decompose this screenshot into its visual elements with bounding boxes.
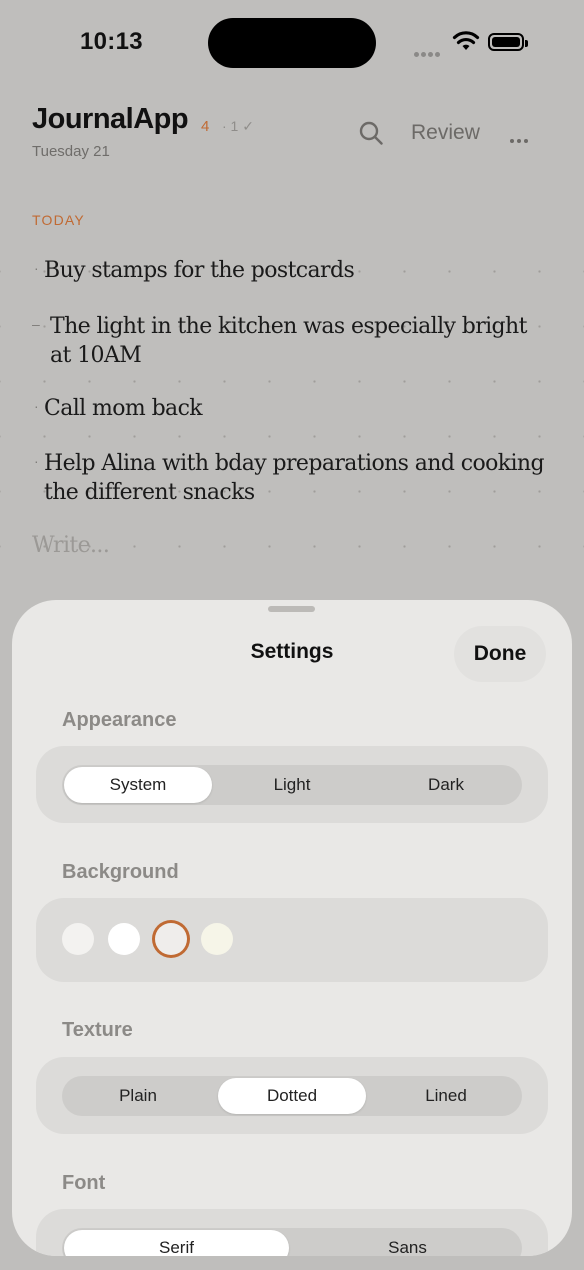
note-bullet: · bbox=[34, 260, 39, 276]
background-swatch-selected[interactable] bbox=[155, 923, 187, 955]
wifi-icon bbox=[452, 31, 480, 50]
note-item[interactable]: Buy stamps for the postcards bbox=[44, 256, 554, 285]
status-time: 10:13 bbox=[80, 28, 143, 55]
search-icon[interactable] bbox=[358, 120, 384, 146]
texture-label: Texture bbox=[62, 1019, 133, 1041]
appearance-segmented-control: System Light Dark bbox=[62, 765, 522, 805]
font-label: Font bbox=[62, 1172, 106, 1194]
texture-segmented-control: Plain Dotted Lined bbox=[62, 1076, 522, 1116]
appearance-option-light[interactable]: Light bbox=[217, 767, 367, 803]
note-item[interactable]: Help Alina with bday preparations and co… bbox=[44, 449, 554, 507]
note-item[interactable]: Call mom back bbox=[44, 394, 554, 423]
notes-list: · Buy stamps for the postcards – The lig… bbox=[0, 246, 584, 596]
done-count-badge: · 1 ✓ bbox=[222, 118, 254, 134]
font-card: Serif Sans bbox=[36, 1209, 548, 1256]
texture-option-lined[interactable]: Lined bbox=[371, 1078, 521, 1114]
note-bullet: · bbox=[34, 398, 39, 414]
appearance-option-system[interactable]: System bbox=[64, 767, 212, 803]
texture-option-dotted[interactable]: Dotted bbox=[218, 1078, 366, 1114]
font-option-serif[interactable]: Serif bbox=[64, 1230, 289, 1256]
note-item[interactable]: The light in the kitchen was especially … bbox=[50, 312, 540, 370]
write-input[interactable]: Write... bbox=[32, 533, 110, 558]
date-label: Tuesday 21 bbox=[32, 143, 110, 160]
note-bullet: – bbox=[32, 316, 40, 332]
open-count-badge: 4 bbox=[201, 118, 210, 135]
appearance-option-dark[interactable]: Dark bbox=[371, 767, 521, 803]
font-segmented-control: Serif Sans bbox=[62, 1228, 522, 1256]
appearance-label: Appearance bbox=[62, 709, 177, 731]
status-bar: 10:13 bbox=[0, 0, 584, 86]
review-button[interactable]: Review bbox=[411, 121, 480, 145]
more-icon[interactable] bbox=[510, 130, 531, 148]
app-title: JournalApp bbox=[32, 103, 189, 135]
background-swatch[interactable] bbox=[201, 923, 233, 955]
background-swatch[interactable] bbox=[108, 923, 140, 955]
texture-card: Plain Dotted Lined bbox=[36, 1057, 548, 1134]
battery-icon bbox=[488, 33, 528, 51]
settings-sheet: Settings Done Appearance System Light Da… bbox=[12, 600, 572, 1256]
background-swatch[interactable] bbox=[62, 923, 94, 955]
background-label: Background bbox=[62, 861, 179, 883]
sheet-grabber[interactable] bbox=[268, 606, 315, 612]
done-button[interactable]: Done bbox=[454, 626, 546, 682]
section-label-today: TODAY bbox=[32, 212, 85, 228]
background-card bbox=[36, 898, 548, 982]
texture-option-plain[interactable]: Plain bbox=[64, 1078, 212, 1114]
font-option-sans[interactable]: Sans bbox=[295, 1230, 520, 1256]
cellular-signal-icon bbox=[414, 44, 442, 62]
note-bullet: · bbox=[34, 453, 39, 469]
appearance-card: System Light Dark bbox=[36, 746, 548, 823]
dynamic-island bbox=[208, 18, 376, 68]
